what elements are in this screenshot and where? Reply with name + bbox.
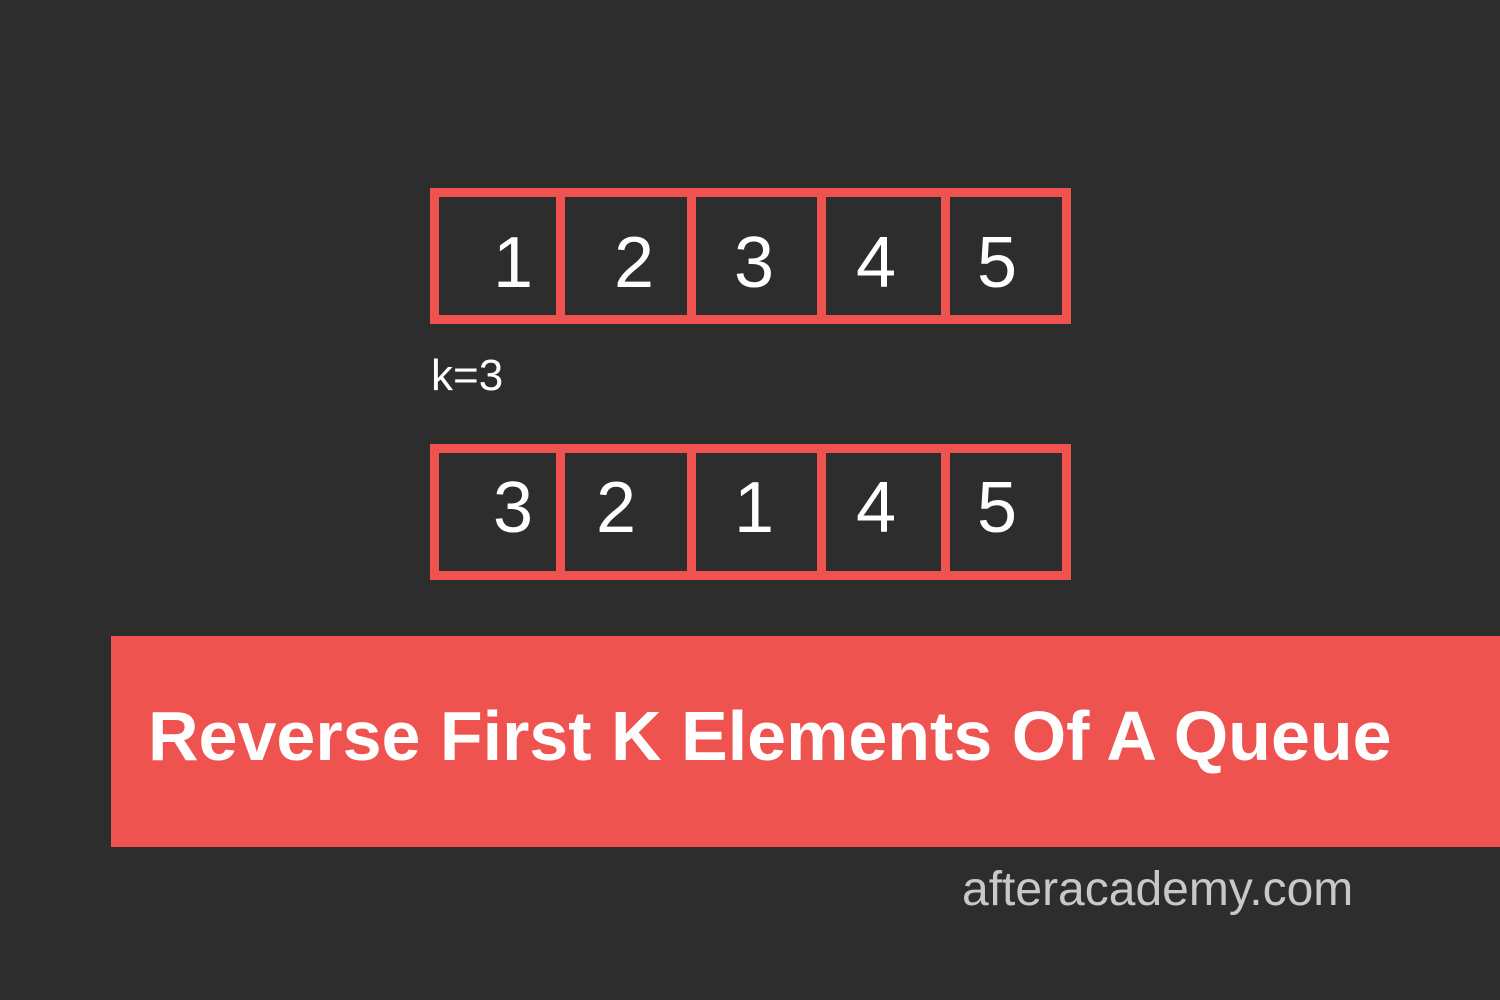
original-queue-graphic: 12345 xyxy=(430,188,1071,324)
queue-cell-value: 5 xyxy=(977,468,1017,548)
queue-cell-value: 5 xyxy=(977,223,1017,303)
queue-cell-value: 2 xyxy=(596,468,636,548)
page-title: Reverse First K Elements Of A Queue xyxy=(148,697,1392,775)
queue-cell-divider xyxy=(687,444,696,580)
reversed-queue-graphic: 32 1 4 5 xyxy=(430,444,1071,580)
queue-cell-divider xyxy=(817,188,826,324)
queue-cell-divider xyxy=(941,188,950,324)
queue-cell-value: 1 xyxy=(734,468,774,548)
queue-cell-divider xyxy=(556,188,565,324)
queue-cell-value: 4 xyxy=(856,223,896,303)
queue-cell-value: 2 xyxy=(614,223,654,303)
k-value-label: k=3 xyxy=(431,351,504,400)
queue-cell-value: 1 xyxy=(493,223,533,303)
queue-cell-divider xyxy=(817,444,826,580)
queue-cell-divider xyxy=(941,444,950,580)
queue-cell-divider xyxy=(687,188,696,324)
queue-cell-divider xyxy=(556,444,565,580)
queue-cell-value: 3 xyxy=(493,468,533,548)
queue-cell-value: 3 xyxy=(734,223,774,303)
reversed-queue: 32 1 4 5 xyxy=(430,444,1071,580)
queue-cell-value: 4 xyxy=(856,468,896,548)
site-watermark: afteracademy.com xyxy=(962,863,1354,916)
original-queue: 12345 xyxy=(430,188,1071,324)
